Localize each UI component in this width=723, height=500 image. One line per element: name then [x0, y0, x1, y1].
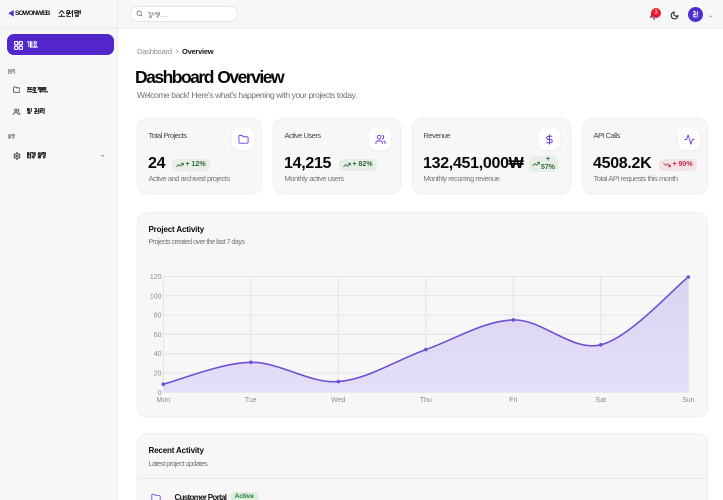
svg-text:Sat: Sat [596, 397, 607, 404]
svg-text:60: 60 [154, 332, 162, 339]
svg-text:Sun: Sun [682, 397, 695, 404]
svg-text:Wed: Wed [331, 397, 345, 404]
svg-text:Tue: Tue [245, 397, 257, 404]
svg-text:0: 0 [158, 390, 162, 397]
svg-text:Thu: Thu [420, 397, 432, 404]
svg-text:Fri: Fri [509, 397, 518, 404]
svg-text:20: 20 [154, 371, 162, 378]
svg-text:80: 80 [154, 313, 162, 320]
svg-text:120: 120 [150, 274, 162, 281]
svg-text:40: 40 [154, 351, 162, 358]
svg-text:Mon: Mon [156, 397, 170, 404]
svg-text:100: 100 [150, 293, 162, 300]
